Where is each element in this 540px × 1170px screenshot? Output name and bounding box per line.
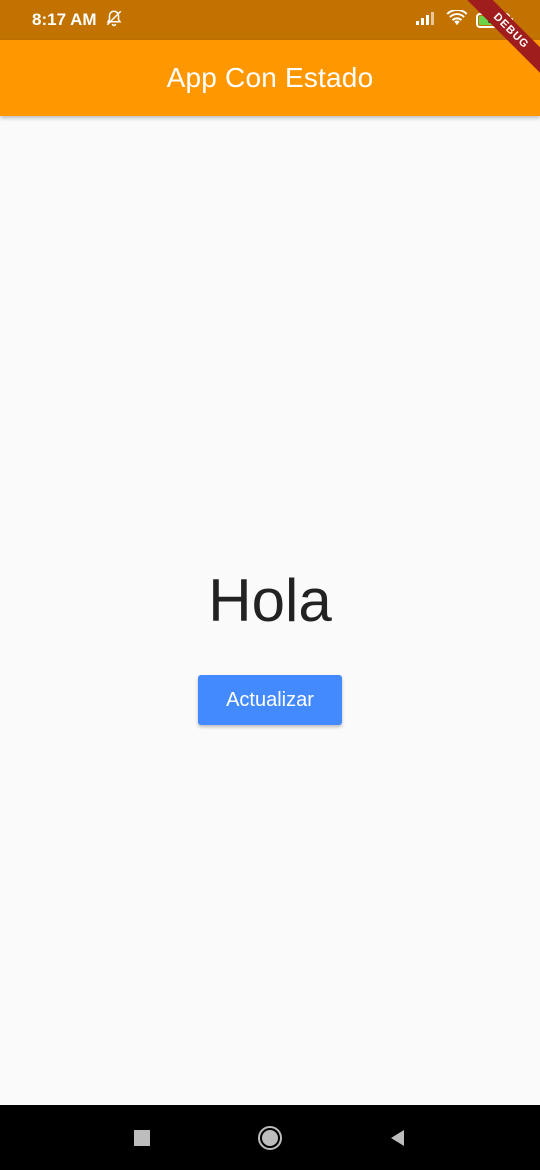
wifi-icon — [446, 8, 468, 31]
home-circle-icon[interactable] — [250, 1118, 290, 1158]
app-screen: 8:17 AM 94 App Con Estado DEBUG Hola Act… — [0, 0, 540, 1170]
status-time: 8:17 AM — [32, 10, 97, 29]
back-triangle-icon[interactable] — [378, 1118, 418, 1158]
battery-level: 94 — [487, 14, 499, 26]
navigation-bar — [0, 1105, 540, 1170]
app-title: App Con Estado — [166, 62, 374, 93]
recents-square-icon[interactable] — [122, 1118, 162, 1158]
status-left: 8:17 AM — [32, 9, 123, 32]
main-content: Hola Actualizar — [0, 116, 540, 1105]
battery-icon: 94 — [476, 12, 513, 28]
update-button[interactable]: Actualizar — [198, 675, 342, 725]
status-bar: 8:17 AM 94 — [0, 0, 540, 40]
app-bar: App Con Estado — [0, 40, 540, 116]
greeting-text: Hola — [208, 567, 332, 634]
bell-off-icon — [105, 9, 123, 32]
signal-icon — [416, 11, 438, 30]
status-right: 94 — [416, 8, 513, 31]
